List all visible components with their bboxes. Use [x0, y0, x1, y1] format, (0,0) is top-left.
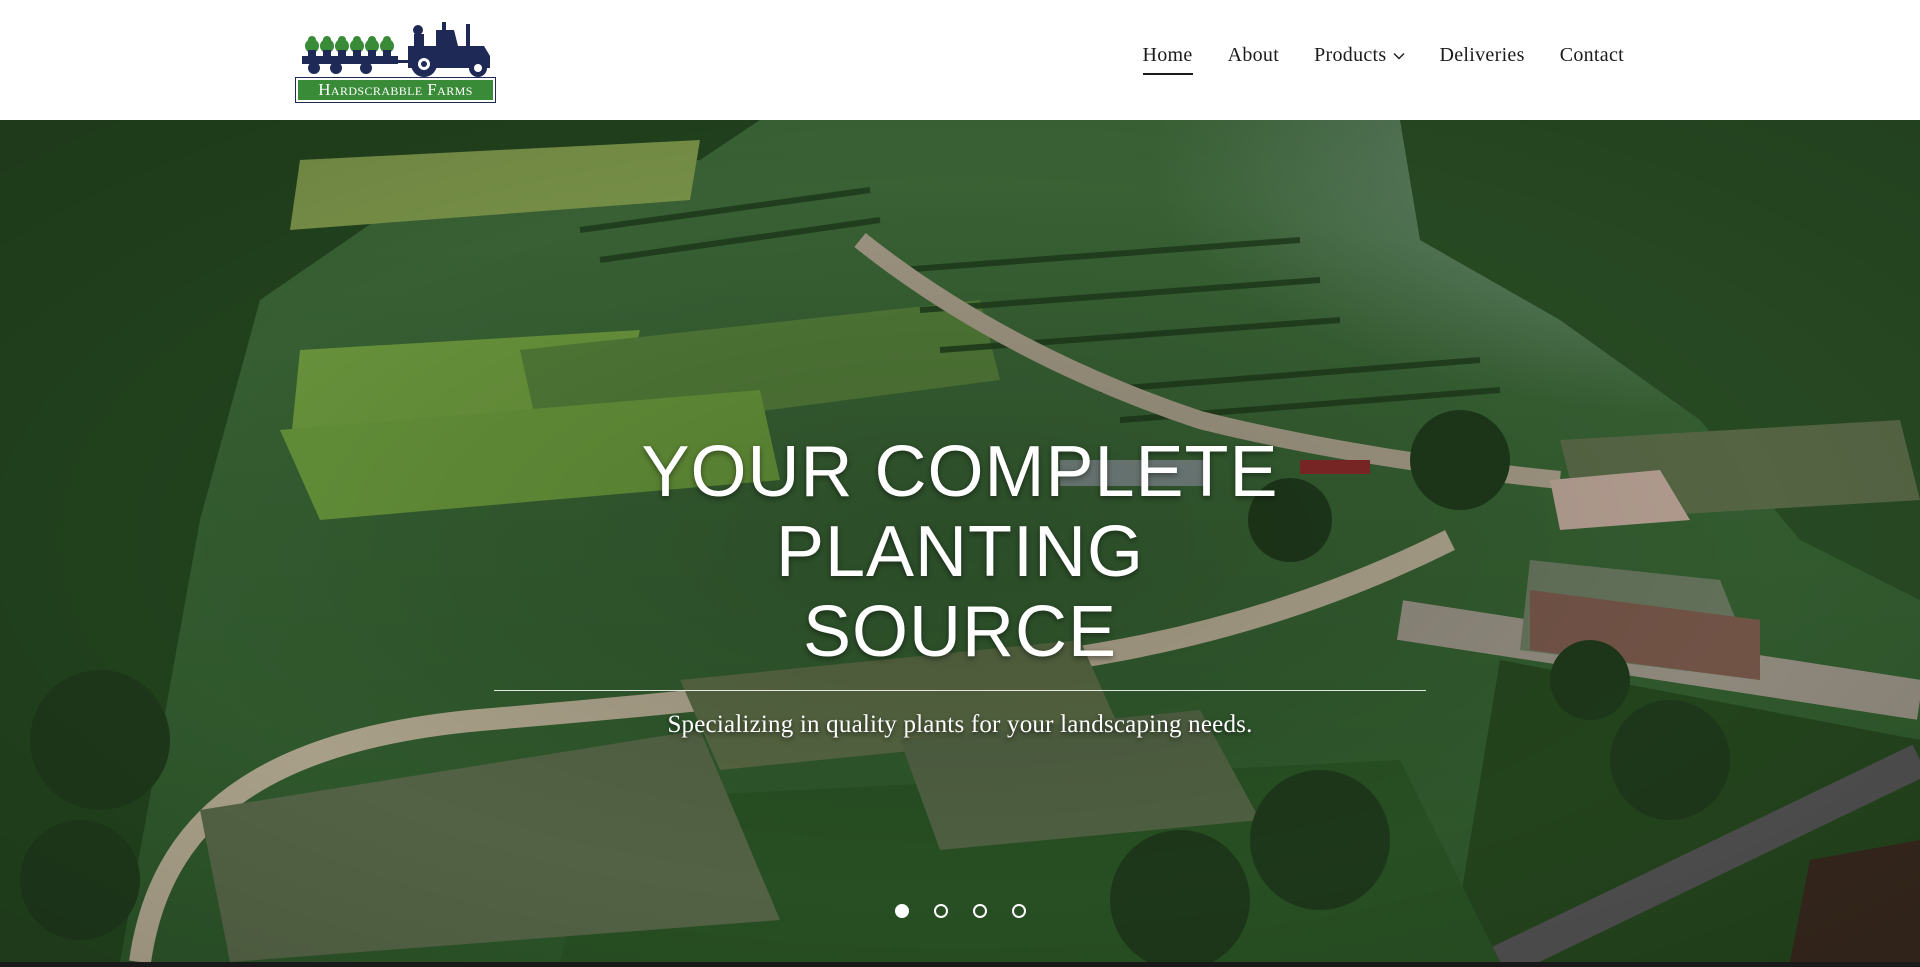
hero-content: YOUR COMPLETE PLANTING SOURCE Specializi…	[0, 432, 1920, 739]
nav-home[interactable]: Home	[1142, 44, 1193, 75]
hero-divider	[494, 690, 1426, 691]
site-header: Hardscrabble Farms Home About Products D…	[0, 0, 1920, 120]
site-logo[interactable]: Hardscrabble Farms	[295, 16, 496, 103]
nav-about[interactable]: About	[1228, 44, 1280, 75]
hero-title-line-2: PLANTING SOURCE	[775, 512, 1145, 672]
page-bottom-strip	[0, 962, 1920, 967]
hero-title-line-1: YOUR COMPLETE	[641, 432, 1279, 512]
tractor-logo-icon	[302, 22, 490, 77]
slide-dot-4[interactable]	[1011, 904, 1026, 918]
slider-pagination	[0, 904, 1920, 918]
logo-band: Hardscrabble Farms	[295, 77, 496, 103]
nav-products[interactable]: Products	[1314, 44, 1404, 75]
hero-title: YOUR COMPLETE PLANTING SOURCE	[610, 432, 1310, 672]
hero-subtitle: Specializing in quality plants for your …	[667, 711, 1253, 738]
slide-dot-2[interactable]	[933, 904, 948, 918]
logo-text: Hardscrabble Farms	[318, 80, 473, 99]
nav-products-label: Products	[1314, 44, 1387, 66]
slide-dot-1[interactable]	[894, 904, 909, 918]
hero-slider: YOUR COMPLETE PLANTING SOURCE Specializi…	[0, 120, 1920, 962]
nav-contact[interactable]: Contact	[1560, 44, 1624, 75]
main-nav: Home About Products Deliveries Contact	[1108, 44, 1624, 75]
chevron-down-icon	[1393, 52, 1404, 59]
slide-dot-3[interactable]	[972, 904, 987, 918]
nav-deliveries[interactable]: Deliveries	[1440, 44, 1525, 75]
